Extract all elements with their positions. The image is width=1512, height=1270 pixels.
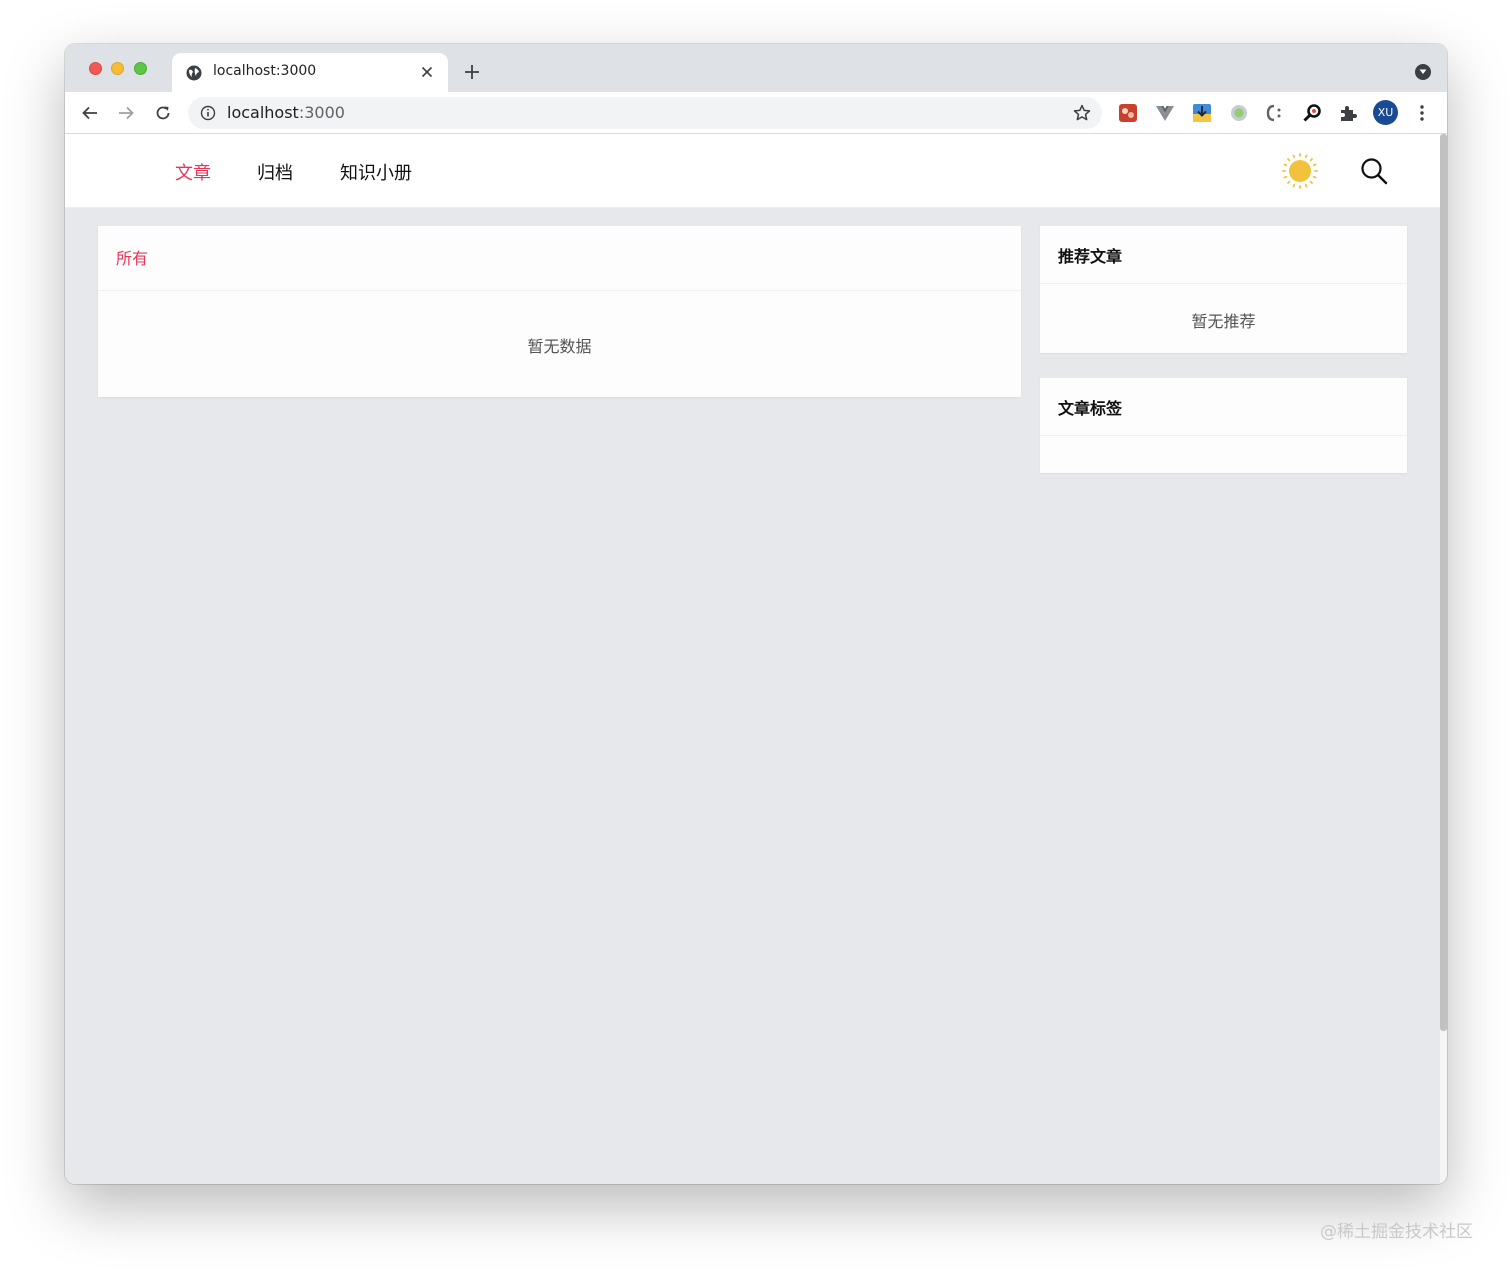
watermark-text: @稀土掘金技术社区: [1320, 1222, 1473, 1242]
close-window-button[interactable]: [89, 62, 102, 75]
css-extension-icon[interactable]: [1265, 103, 1285, 123]
download-extension-icon[interactable]: [1192, 103, 1212, 123]
url-host: localhost: [227, 103, 299, 122]
page-viewport: 文章 归档 知识小册 所有 暂无数据 推荐文章 暂无推荐 文章标签: [65, 134, 1440, 1184]
extension-red-icon[interactable]: [1118, 103, 1138, 123]
close-icon[interactable]: [416, 61, 438, 83]
nav-item-archive[interactable]: 归档: [257, 159, 293, 185]
article-list-card: 所有 暂无数据: [98, 226, 1021, 397]
minimize-window-button[interactable]: [111, 62, 124, 75]
profile-avatar[interactable]: XU: [1373, 100, 1398, 125]
page-scrollbar[interactable]: [1440, 134, 1447, 1184]
tab-search-icon[interactable]: [1415, 64, 1431, 80]
green-circle-icon[interactable]: [1229, 103, 1249, 123]
kebab-icon[interactable]: [1412, 103, 1432, 123]
globe-icon: [185, 64, 203, 82]
scrollbar-thumb[interactable]: [1440, 134, 1447, 1031]
nav-item-knowledge-books[interactable]: 知识小册: [340, 159, 412, 185]
reload-icon[interactable]: [150, 100, 176, 126]
star-icon[interactable]: [1072, 103, 1092, 123]
maximize-window-button[interactable]: [134, 62, 147, 75]
vue-devtools-icon[interactable]: [1155, 103, 1175, 123]
sun-icon[interactable]: [1280, 151, 1320, 191]
browser-toolbar: localhost:3000 XU: [65, 92, 1447, 134]
magnifier-extension-icon[interactable]: [1302, 103, 1322, 123]
nav-item-articles[interactable]: 文章: [175, 159, 211, 185]
article-tags-title: 文章标签: [1040, 378, 1407, 436]
info-icon[interactable]: [200, 105, 216, 121]
url-port: :3000: [298, 103, 345, 122]
recommended-articles-title: 推荐文章: [1040, 226, 1407, 284]
site-header: 文章 归档 知识小册: [65, 134, 1440, 208]
browser-tab[interactable]: localhost:3000: [172, 53, 448, 92]
recommended-empty-text: 暂无推荐: [1191, 312, 1256, 331]
tab-strip: localhost:3000: [65, 44, 1447, 92]
search-icon[interactable]: [1359, 156, 1389, 186]
empty-state-text: 暂无数据: [527, 337, 592, 356]
recommended-articles-card: 推荐文章 暂无推荐: [1040, 226, 1407, 353]
category-tab-all[interactable]: 所有: [98, 226, 1021, 291]
plus-icon[interactable]: [460, 60, 484, 84]
tab-title: localhost:3000: [213, 63, 317, 79]
address-bar[interactable]: localhost:3000: [188, 97, 1102, 129]
browser-window: localhost:3000 localhost:3000 XU 文章 归档 知…: [65, 44, 1447, 1184]
article-tags-card: 文章标签: [1040, 378, 1407, 473]
back-icon[interactable]: [77, 100, 103, 126]
url-text: localhost:3000: [227, 103, 345, 122]
forward-icon[interactable]: [113, 100, 139, 126]
puzzle-icon[interactable]: [1338, 103, 1358, 123]
